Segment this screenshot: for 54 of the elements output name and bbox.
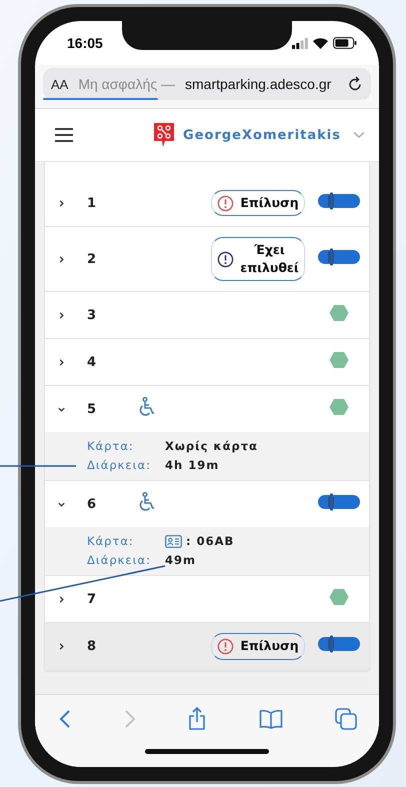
card-label: Κάρτα: (87, 534, 135, 548)
spot-number: 6 (87, 496, 98, 512)
duration-value: 4h 19m (165, 458, 220, 472)
card-value: Χωρίς κάρτα (165, 439, 258, 454)
duration-label: Διάρκεια: (87, 458, 152, 472)
url-text: smartparking.adesco.gr (185, 76, 332, 92)
menu-icon[interactable] (55, 128, 73, 142)
spot-row[interactable]: 5 (45, 386, 369, 432)
spot-number: 4 (87, 354, 98, 370)
chevron-down-icon[interactable] (57, 404, 66, 414)
spot-row[interactable]: 7 (45, 576, 369, 622)
card-label: Κάρτα: (87, 439, 135, 454)
chevron-right-icon[interactable] (57, 642, 66, 651)
clock-time: 16:05 (67, 35, 103, 51)
chevron-right-icon[interactable] (57, 254, 66, 264)
bookmarks-button[interactable] (258, 709, 282, 729)
wifi-icon (313, 38, 328, 48)
spot-number: 1 (87, 196, 98, 211)
alert-icon (217, 638, 234, 655)
spot-row[interactable]: 2 Έχει επιλυθεί (45, 227, 369, 292)
spot-number: 8 (87, 638, 98, 654)
chevron-down-icon[interactable] (57, 500, 66, 509)
spot-row[interactable]: 3 (45, 292, 369, 338)
chevron-right-icon[interactable] (57, 198, 66, 208)
spot-row[interactable]: 4 (45, 339, 369, 386)
logo-icon (153, 122, 175, 148)
reload-icon[interactable] (348, 76, 363, 92)
security-label: Μη ασφαλής — (78, 76, 176, 92)
back-button[interactable] (59, 709, 71, 729)
spot-number: 3 (87, 308, 98, 323)
text-size-button[interactable]: AA (51, 76, 68, 92)
spot-number: 5 (87, 402, 98, 417)
spot-row[interactable]: 6 (45, 481, 369, 528)
battery-icon (333, 37, 357, 49)
tabs-button[interactable] (335, 708, 357, 730)
chevron-right-icon[interactable] (57, 310, 66, 320)
spot-number: 2 (87, 252, 98, 267)
chevron-right-icon[interactable] (57, 594, 66, 604)
alert-icon (217, 194, 234, 212)
resolve-button[interactable]: Επίλυση (211, 633, 305, 660)
spot-row[interactable]: 1 Επίλυση (45, 180, 369, 226)
user-name[interactable]: GeorgeXomeritakis (183, 128, 341, 142)
address-bar[interactable]: AA Μη ασφαλής — smartparking.adesco.gr (43, 68, 371, 100)
resolved-button[interactable]: Έχει επιλυθεί (211, 237, 305, 282)
resolve-button[interactable]: Επίλυση (211, 190, 305, 216)
spot-number: 7 (87, 592, 98, 607)
chevron-right-icon[interactable] (57, 358, 66, 367)
signal-icon (292, 38, 308, 48)
spot-row[interactable]: 8 Επίλυση (45, 623, 369, 670)
duration-label: Διάρκεια: (87, 553, 152, 568)
share-button[interactable] (188, 707, 206, 731)
alert-icon (217, 250, 234, 268)
card-value: : 06AB (186, 534, 234, 548)
duration-value: 49m (165, 553, 197, 568)
